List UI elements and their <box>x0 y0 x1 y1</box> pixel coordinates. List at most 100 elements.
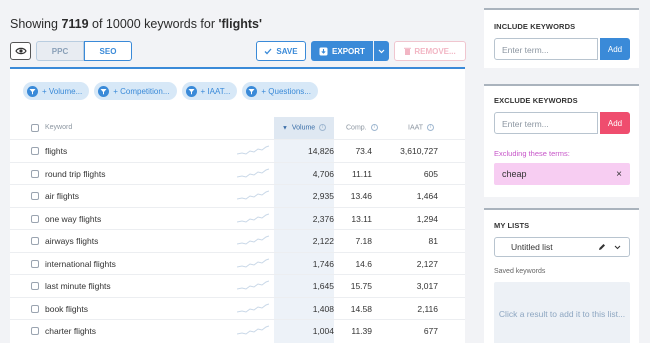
volume-cell: 2,376 <box>312 213 334 224</box>
row-checkbox[interactable] <box>31 282 39 290</box>
trend-sparkline <box>237 145 269 155</box>
volume-cell: 1,408 <box>312 303 334 314</box>
trash-icon <box>404 47 412 55</box>
volume-column-header[interactable]: ▼ Volume i <box>282 124 327 132</box>
table-row[interactable]: book flights 1,408 14.58 2,116 <box>10 296 465 319</box>
row-checkbox[interactable] <box>31 169 39 178</box>
search-query: 'flights' <box>218 17 262 31</box>
filter-questions[interactable]: + Questions... <box>242 82 318 100</box>
table-row[interactable]: charter flights 1,004 11.39 677 <box>10 319 465 341</box>
table-row[interactable]: last minute flights 1,645 15.75 3,017 <box>10 274 465 296</box>
iaat-cell: 605 <box>423 168 438 179</box>
filter-iaat[interactable]: + IAAT... <box>181 82 238 100</box>
row-checkbox[interactable] <box>31 214 39 223</box>
row-checkbox[interactable] <box>31 259 39 268</box>
trend-sparkline <box>237 280 269 290</box>
table-row[interactable]: airways flights 2,122 7.18 81 <box>10 229 465 251</box>
iaat-cell: 1,294 <box>416 213 438 224</box>
ppc-seo-toggle: PPC SEO <box>36 41 132 61</box>
saved-keywords-label: Saved keywords <box>494 268 546 275</box>
keyword-cell[interactable]: book flights <box>45 304 88 314</box>
download-icon <box>319 47 328 55</box>
export-button[interactable]: EXPORT <box>311 41 373 61</box>
excluded-term: cheap <box>502 169 527 179</box>
sidebar: INCLUDE KEYWORDS Enter term... Add EXCLU… <box>478 0 650 343</box>
trend-sparkline <box>237 325 269 335</box>
remove-term-icon[interactable]: × <box>616 169 622 180</box>
sort-desc-icon: ▼ <box>282 125 288 132</box>
comp-cell: 11.11 <box>351 168 372 179</box>
export-options-dropdown[interactable] <box>374 41 389 61</box>
select-all-checkbox[interactable] <box>31 124 39 132</box>
remove-button[interactable]: REMOVE... <box>394 41 466 61</box>
iaat-cell: 3,610,727 <box>400 146 438 156</box>
keyword-column-header[interactable]: Keyword <box>45 124 72 131</box>
table-row[interactable]: round trip flights 4,706 11.11 605 <box>10 161 465 184</box>
exclude-add-button[interactable]: Add <box>600 112 630 134</box>
iaat-column-header[interactable]: IAAT i <box>408 124 435 131</box>
keyword-cell[interactable]: airways flights <box>45 236 98 246</box>
filter-icon <box>27 85 38 97</box>
row-checkbox[interactable] <box>31 147 39 155</box>
volume-cell: 14,826 <box>308 146 334 156</box>
comp-column-header[interactable]: Comp. i <box>346 124 378 131</box>
volume-cell: 2,122 <box>312 236 334 246</box>
trend-sparkline <box>237 258 269 268</box>
row-checkbox[interactable] <box>31 192 39 200</box>
include-term-input[interactable]: Enter term... <box>494 38 598 60</box>
table-row[interactable]: flights 14,826 73.4 3,610,727 <box>10 139 465 161</box>
comp-cell: 14.6 <box>355 258 372 269</box>
row-checkbox[interactable] <box>31 237 39 245</box>
info-icon[interactable]: i <box>319 124 327 131</box>
keyword-cell[interactable]: one way flights <box>45 214 101 224</box>
filter-icon <box>246 85 258 97</box>
row-checkbox[interactable] <box>31 327 39 335</box>
info-icon[interactable]: i <box>370 124 378 131</box>
keyword-cell[interactable]: international flights <box>45 259 116 269</box>
trend-sparkline <box>237 235 269 245</box>
excluding-label: Excluding these terms: <box>494 149 570 158</box>
volume-cell: 1,645 <box>312 281 334 291</box>
iaat-cell: 2,116 <box>417 303 438 314</box>
table-row[interactable]: air flights 2,935 13.46 1,464 <box>10 184 465 206</box>
save-button[interactable]: SAVE <box>256 41 306 61</box>
table-row[interactable]: international flights 1,746 14.6 2,127 <box>10 251 465 274</box>
row-checkbox[interactable] <box>31 304 39 313</box>
eye-icon <box>14 47 27 55</box>
filter-competition[interactable]: + Competition... <box>94 82 177 100</box>
seo-tab[interactable]: SEO <box>84 41 132 61</box>
filter-icon <box>98 85 110 97</box>
volume-cell: 1,746 <box>312 258 334 269</box>
pencil-icon[interactable] <box>598 243 606 251</box>
trend-sparkline <box>237 213 269 223</box>
toggle-visibility-button[interactable] <box>10 42 31 60</box>
keyword-cell[interactable]: air flights <box>45 191 79 201</box>
iaat-cell: 2,127 <box>416 258 438 269</box>
comp-cell: 15.75 <box>350 281 372 291</box>
saved-keywords-dropzone: Click a result to add it to this list... <box>494 282 630 343</box>
info-icon[interactable]: i <box>427 124 435 131</box>
trend-sparkline <box>237 303 269 313</box>
excluded-term-tag: cheap × <box>494 163 630 185</box>
list-name: Untitled list <box>511 242 553 252</box>
iaat-cell: 1,464 <box>416 191 438 201</box>
comp-cell: 13.46 <box>350 191 372 201</box>
include-title: INCLUDE KEYWORDS <box>494 22 576 31</box>
keyword-cell[interactable]: round trip flights <box>45 169 105 179</box>
exclude-term-input[interactable]: Enter term... <box>494 112 598 134</box>
filter-bar: + Volume... + Competition... + IAAT... +… <box>23 82 318 100</box>
ppc-tab[interactable]: PPC <box>36 41 84 61</box>
include-add-button[interactable]: Add <box>600 38 630 60</box>
keyword-cell[interactable]: charter flights <box>45 326 96 336</box>
keyword-cell[interactable]: last minute flights <box>45 281 111 291</box>
results-heading: Showing 7119 of 10000 keywords for 'flig… <box>10 17 262 31</box>
chevron-down-icon <box>378 49 385 53</box>
iaat-cell: 81 <box>428 236 438 246</box>
comp-cell: 13.11 <box>351 213 372 224</box>
list-selector[interactable]: Untitled list <box>494 237 630 257</box>
table-row[interactable]: one way flights 2,376 13.11 1,294 <box>10 206 465 229</box>
filter-volume[interactable]: + Volume... <box>23 82 90 100</box>
keyword-cell[interactable]: flights <box>45 146 67 156</box>
keyword-results-panel: + Volume... + Competition... + IAAT... +… <box>10 67 465 343</box>
exclude-keywords-card: EXCLUDE KEYWORDS Enter term... Add Exclu… <box>484 84 639 197</box>
